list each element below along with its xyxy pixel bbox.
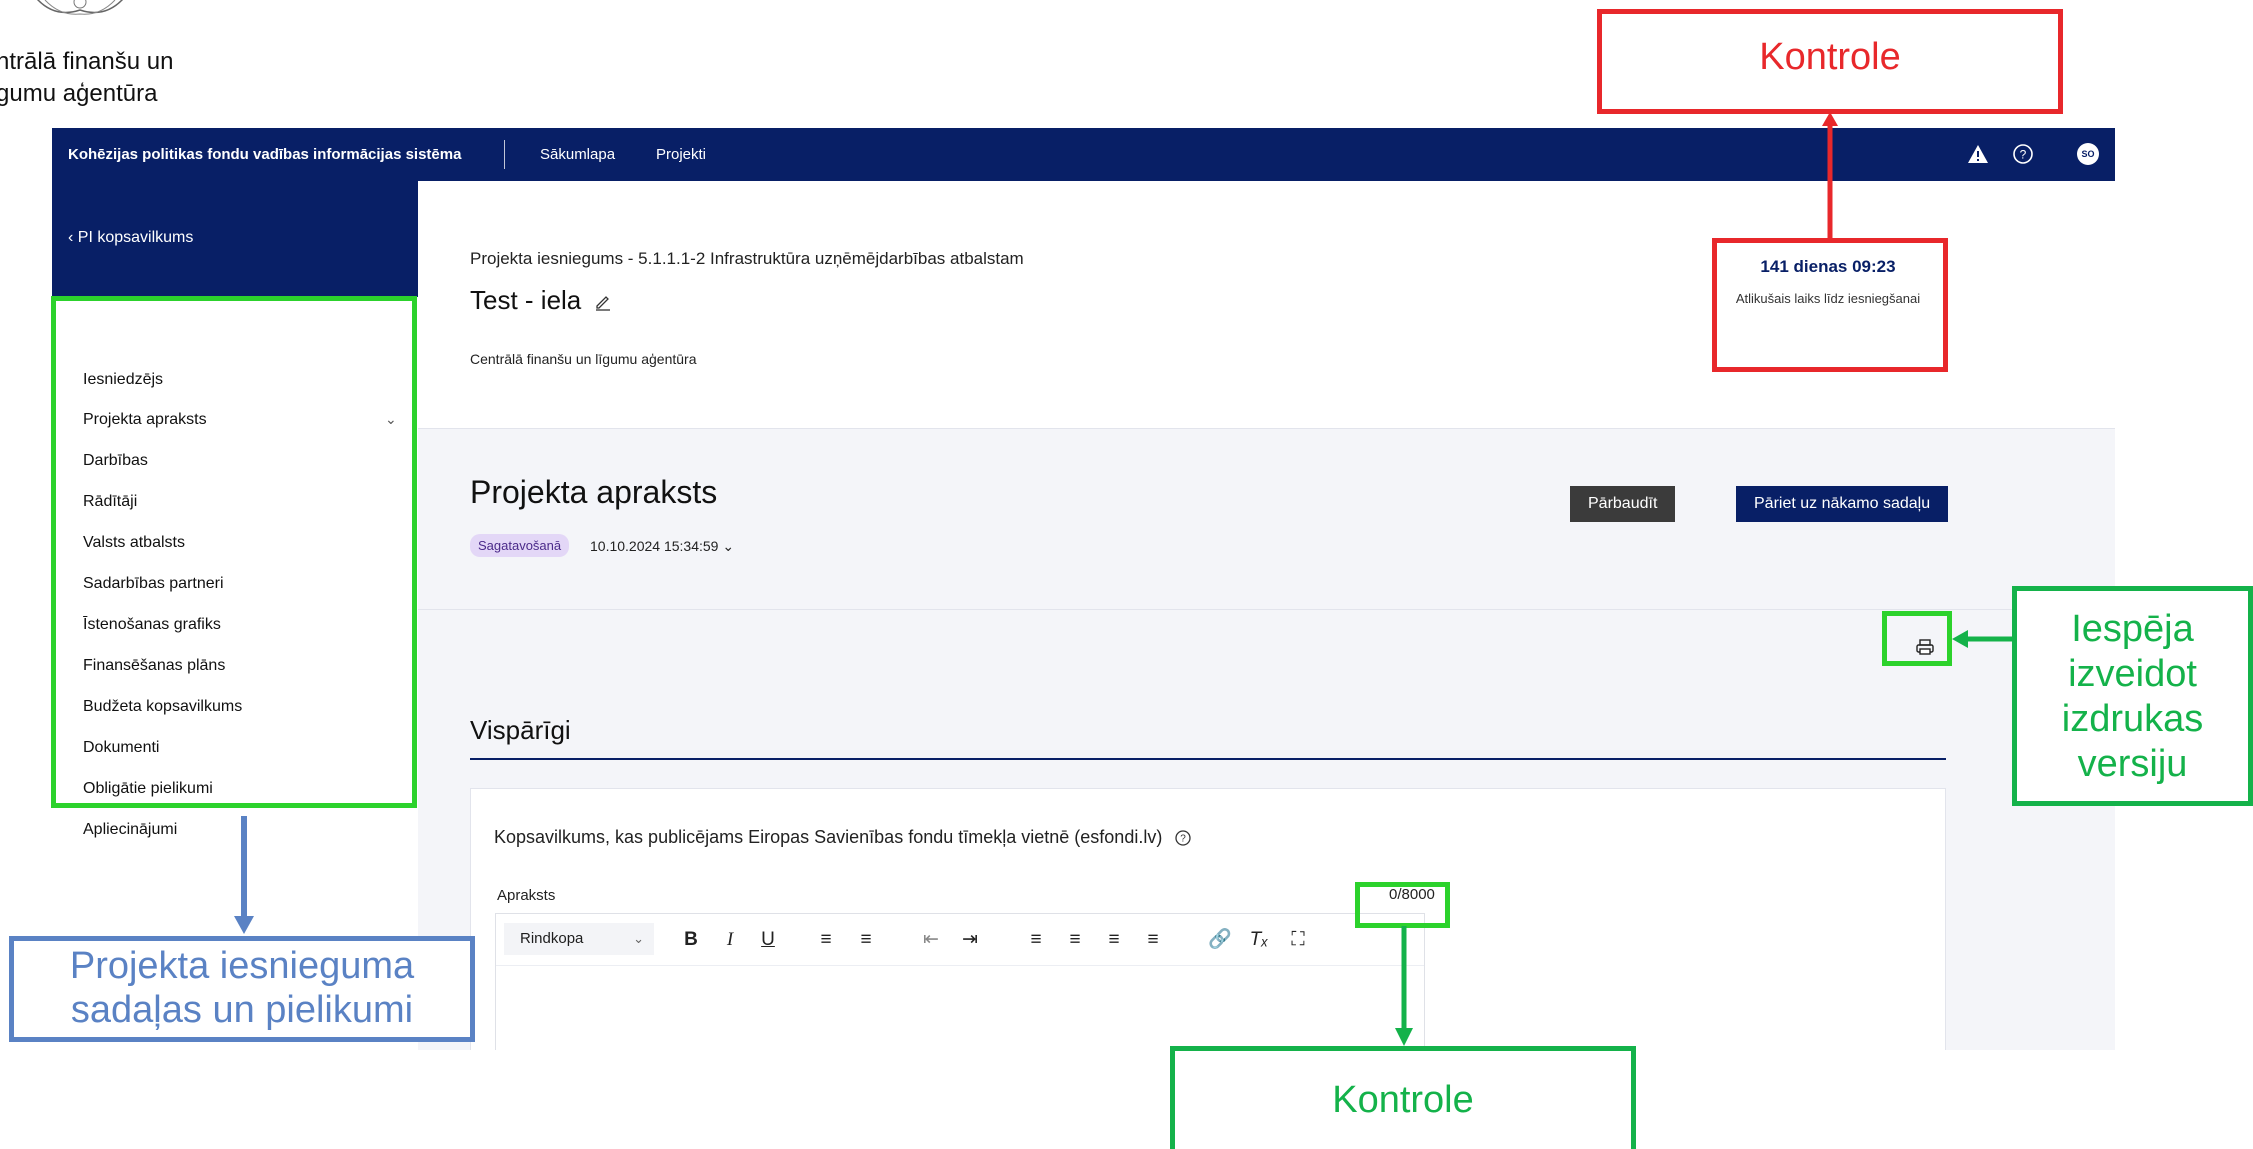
back-to-summary-link[interactable]: ‹ PI kopsavilkums — [68, 229, 193, 247]
section-title: Projekta apraksts — [470, 474, 718, 510]
annotation-sections-label: Projekta iesnieguma sadaļas un pielikumi — [69, 945, 415, 1031]
indent-icon[interactable]: ⇥ — [958, 928, 982, 952]
nav-divider — [504, 140, 505, 169]
paragraph-format-select[interactable]: Rindkopa ⌄ — [504, 923, 654, 955]
edit-pencil-icon[interactable] — [594, 293, 612, 311]
nav-home-link[interactable]: Sākumlapa — [540, 128, 615, 181]
project-subtitle: Projekta iesniegums - 5.1.1.1-2 Infrastr… — [470, 249, 1024, 268]
clear-format-icon[interactable]: Tₓ — [1247, 928, 1271, 952]
align-center-icon[interactable]: ≡ — [1063, 928, 1087, 952]
sidebar-back-header: ‹ PI kopsavilkums — [52, 181, 418, 297]
user-avatar[interactable]: SO — [2077, 143, 2099, 165]
status-badge: Sagatavošanā — [470, 534, 570, 557]
summary-label: Kopsavilkums, kas publicējams Eiropas Sa… — [494, 827, 1163, 847]
warning-icon[interactable] — [1967, 143, 1989, 165]
annotation-arrow-down-green — [1395, 926, 1413, 1046]
italic-icon[interactable]: I — [718, 928, 742, 952]
editor-toolbar: Rindkopa ⌄ B I U ≡ ≡ ⇤ ⇥ ≡ ≡ ≡ ≡ 🔗 Tₓ ⛶ — [496, 914, 1424, 966]
next-section-button[interactable]: Pāriet uz nākamo sadaļu — [1736, 486, 1949, 522]
project-organization: Centrālā finanšu un līgumu aģentūra — [470, 351, 697, 367]
align-right-icon[interactable]: ≡ — [1102, 928, 1126, 952]
nav-projects-link[interactable]: Projekti — [656, 128, 706, 181]
svg-text:?: ? — [2020, 148, 2027, 162]
annotation-control-bottom-label: Kontrole — [1332, 1079, 1474, 1121]
annotation-arrow-up — [1822, 112, 1838, 242]
annotation-sidebar-box — [51, 296, 417, 808]
section-divider — [470, 758, 1946, 760]
fullscreen-icon[interactable]: ⛶ — [1286, 928, 1310, 952]
coat-of-arms-emblem — [37, 0, 123, 15]
annotation-timer-box — [1712, 238, 1948, 372]
top-navigation-bar: Kohēzijas politikas fondu vadības inform… — [52, 128, 2115, 181]
summary-card: Kopsavilkums, kas publicējams Eiropas Sa… — [470, 788, 1946, 1050]
annotation-counter-box — [1355, 882, 1450, 928]
rich-text-editor[interactable]: Rindkopa ⌄ B I U ≡ ≡ ⇤ ⇥ ≡ ≡ ≡ ≡ 🔗 Tₓ ⛶ — [495, 913, 1425, 1050]
svg-text:?: ? — [1180, 834, 1186, 845]
annotation-arrow-down-blue — [234, 816, 254, 934]
agency-logo-text: ntrālā finanšu un gumu aģentūra — [0, 48, 174, 107]
underline-icon[interactable]: U — [756, 928, 780, 952]
help-icon[interactable]: ? — [2012, 143, 2034, 165]
annotation-control-top-label: Kontrole — [1759, 36, 1901, 78]
section-header: Projekta apraksts Sagatavošanā 10.10.202… — [418, 430, 2115, 610]
bold-icon[interactable]: B — [679, 928, 703, 952]
align-left-icon[interactable]: ≡ — [1024, 928, 1048, 952]
project-title: Test - iela — [470, 285, 582, 315]
system-title[interactable]: Kohēzijas politikas fondu vadības inform… — [68, 128, 461, 181]
sidebar-item-apliecinajumi[interactable]: Apliecinājumi — [83, 821, 177, 839]
version-datetime-dropdown[interactable]: 10.10.2024 15:34:59 ⌄ — [590, 538, 734, 555]
outdent-icon[interactable]: ⇤ — [919, 928, 943, 952]
chevron-down-icon: ⌄ — [722, 538, 735, 554]
link-icon[interactable]: 🔗 — [1208, 928, 1232, 952]
annotation-arrow-left — [1952, 630, 2014, 648]
description-field-label: Apraksts — [497, 887, 556, 904]
check-button[interactable]: Pārbaudīt — [1570, 486, 1676, 522]
general-section-title: Vispārīgi — [470, 715, 571, 745]
align-justify-icon[interactable]: ≡ — [1141, 928, 1165, 952]
chevron-down-icon: ⌄ — [633, 931, 644, 946]
annotation-print-label: Iespēja izveidot izdrukas versiju — [2061, 608, 2204, 785]
annotation-print-box — [1882, 611, 1952, 666]
bullet-list-icon[interactable]: ≡ — [854, 928, 878, 952]
form-area: Vispārīgi Kopsavilkums, kas publicējams … — [418, 611, 2115, 1050]
ordered-list-icon[interactable]: ≡ — [814, 928, 838, 952]
help-icon[interactable]: ? — [1174, 829, 1192, 847]
